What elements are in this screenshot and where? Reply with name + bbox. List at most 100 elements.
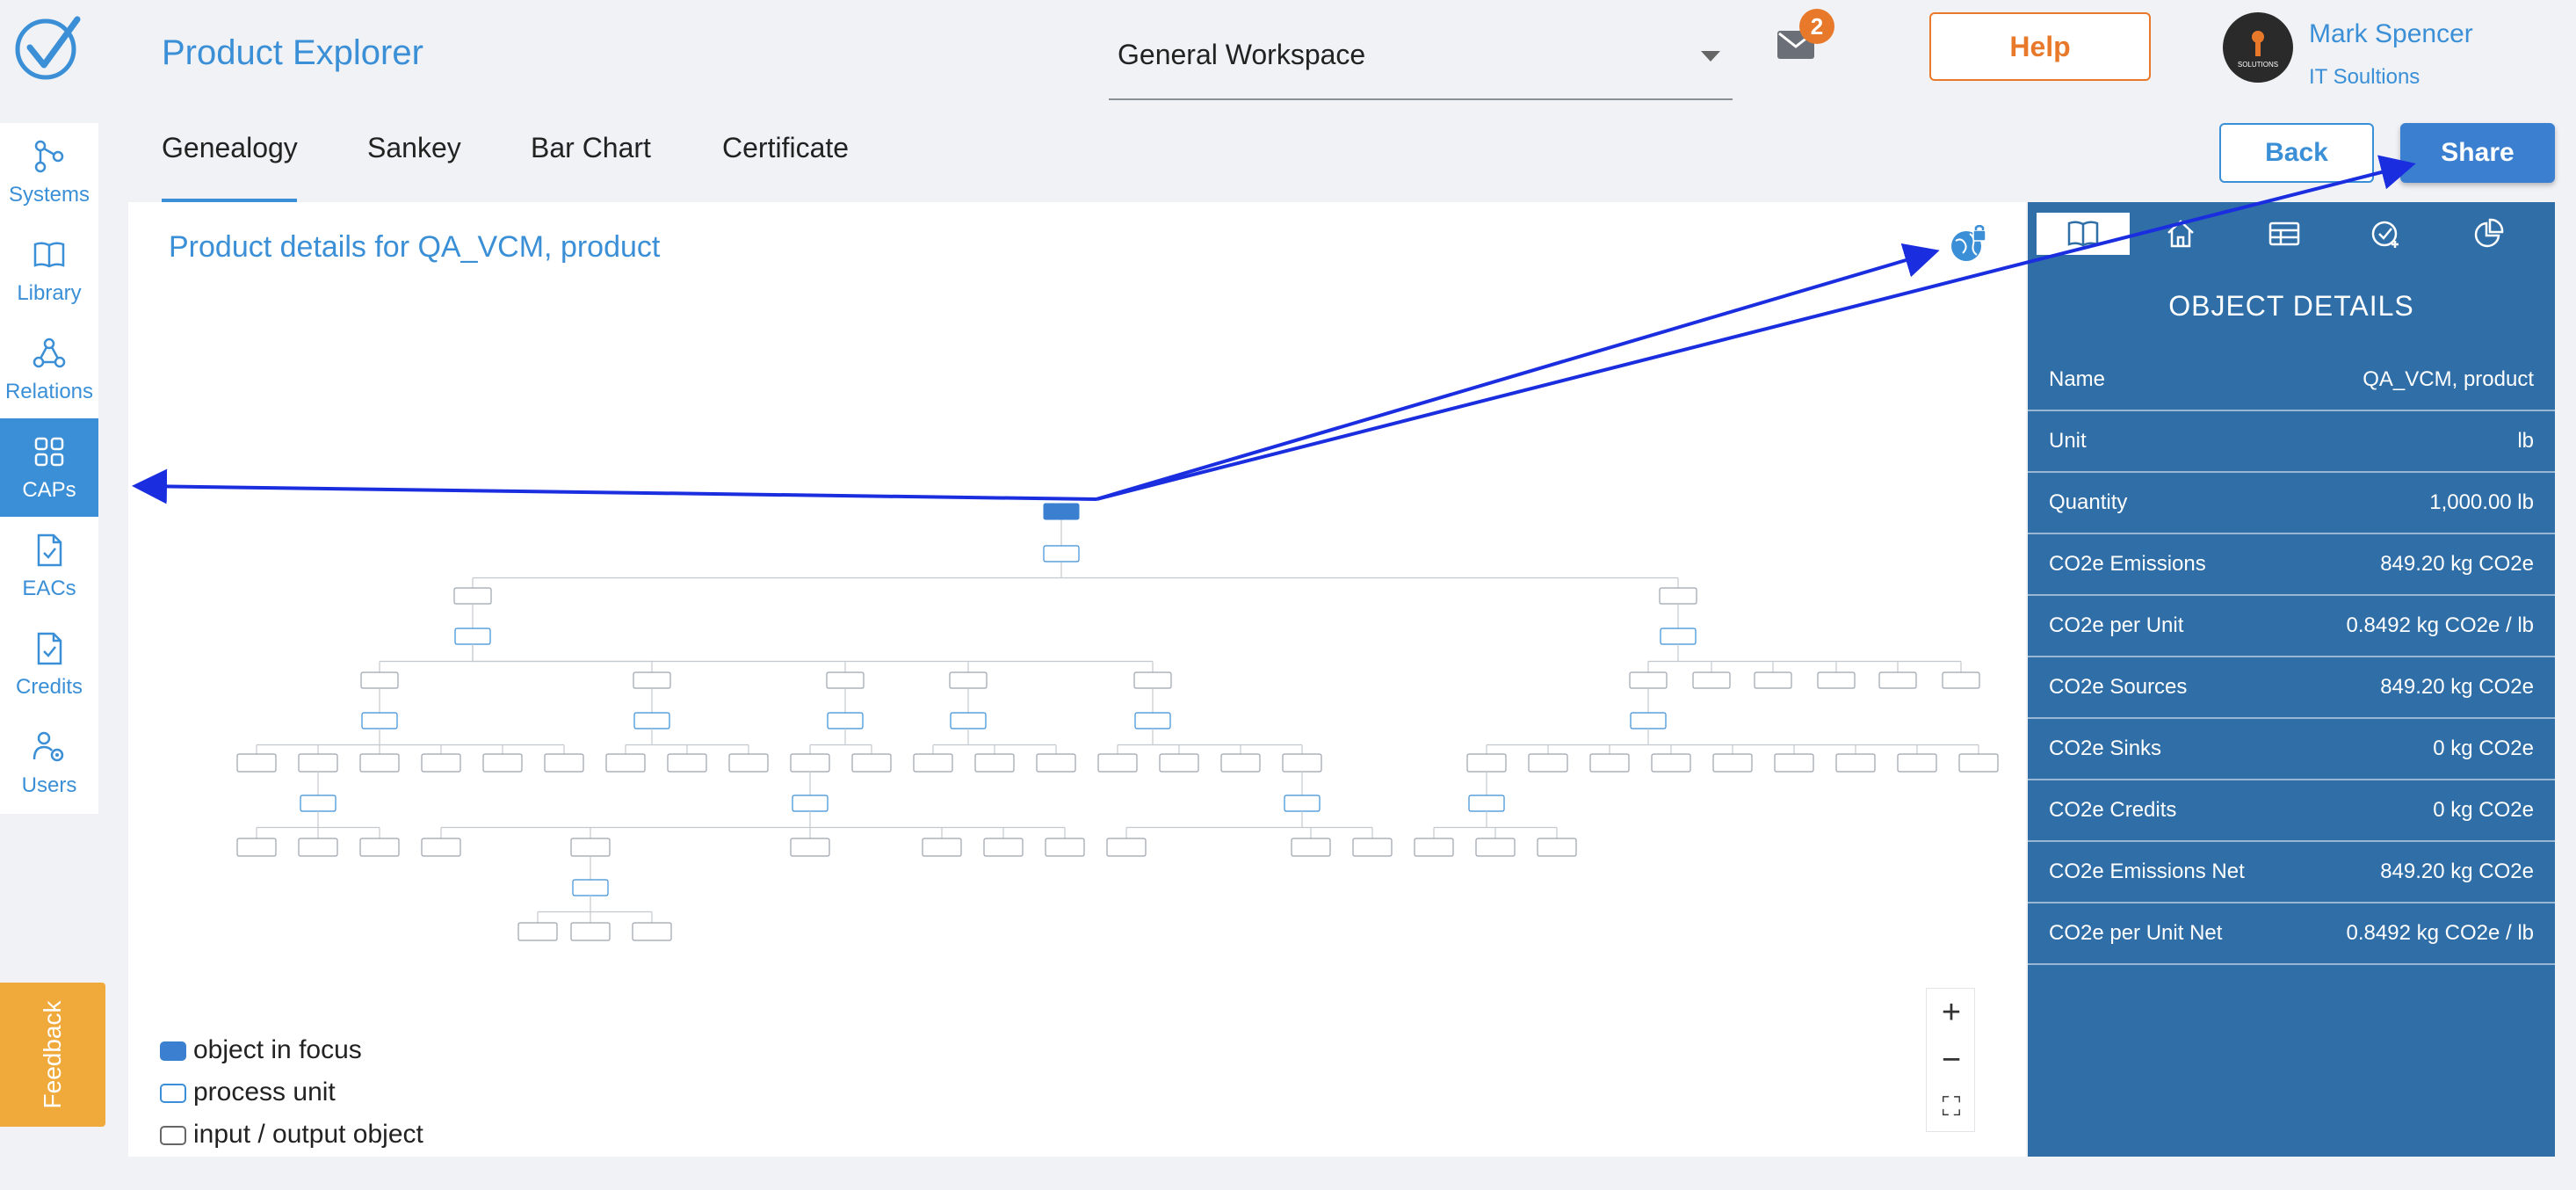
zoom-out-button[interactable]: − xyxy=(1927,1036,1976,1084)
sidebar-item-users[interactable]: Users xyxy=(0,714,98,812)
tree-node[interactable] xyxy=(359,838,400,857)
tree-node[interactable] xyxy=(974,753,1015,773)
details-tab-home[interactable] xyxy=(2154,213,2207,255)
tree-node[interactable] xyxy=(1036,753,1076,773)
tree-node[interactable] xyxy=(1835,753,1876,773)
tree-node-focus[interactable] xyxy=(1043,503,1080,520)
tree-node-process-unit[interactable] xyxy=(361,712,398,729)
tab-bar-chart[interactable]: Bar Chart xyxy=(531,132,651,164)
tree-node[interactable] xyxy=(1220,753,1261,773)
tree-node[interactable] xyxy=(1958,753,1999,773)
tree-node-process-unit[interactable] xyxy=(1630,712,1667,729)
sidebar-item-caps[interactable]: CAPs xyxy=(0,418,98,517)
tab-sankey[interactable]: Sankey xyxy=(367,132,461,164)
tree-node[interactable] xyxy=(453,587,492,605)
tree-node[interactable] xyxy=(421,838,461,857)
tree-node[interactable] xyxy=(922,838,962,857)
tree-node[interactable] xyxy=(983,838,1024,857)
tree-node[interactable] xyxy=(298,753,338,773)
tree-node[interactable] xyxy=(359,753,400,773)
tree-node-process-unit[interactable] xyxy=(300,795,336,812)
tree-node[interactable] xyxy=(1942,671,1980,689)
tree-node[interactable] xyxy=(1106,838,1147,857)
details-tab-check-plus[interactable] xyxy=(2360,213,2413,255)
tree-node[interactable] xyxy=(1774,753,1814,773)
tree-node[interactable] xyxy=(1537,838,1577,857)
tree-node[interactable] xyxy=(1878,671,1917,689)
sidebar-item-credits[interactable]: Credits xyxy=(0,615,98,714)
tree-node[interactable] xyxy=(913,753,953,773)
tree-node[interactable] xyxy=(1045,838,1085,857)
tree-node-process-unit[interactable] xyxy=(792,795,829,812)
tree-node[interactable] xyxy=(236,838,277,857)
tree-node[interactable] xyxy=(1712,753,1753,773)
tree-node-process-unit[interactable] xyxy=(1660,628,1697,645)
tree-node[interactable] xyxy=(1589,753,1630,773)
tree-node[interactable] xyxy=(1692,671,1731,689)
tree-node[interactable] xyxy=(632,922,672,941)
tree-node[interactable] xyxy=(482,753,523,773)
tree-node[interactable] xyxy=(421,753,461,773)
tree-node-process-unit[interactable] xyxy=(827,712,864,729)
tree-node[interactable] xyxy=(544,753,584,773)
sidebar-item-library[interactable]: Library xyxy=(0,221,98,320)
tree-node[interactable] xyxy=(298,838,338,857)
tree-node-process-unit[interactable] xyxy=(454,628,491,645)
genealogy-tree[interactable] xyxy=(128,202,2026,1157)
tree-node[interactable] xyxy=(851,753,892,773)
tree-node[interactable] xyxy=(1897,753,1937,773)
tree-node[interactable] xyxy=(517,922,558,941)
tree-node[interactable] xyxy=(1475,838,1516,857)
tree-node[interactable] xyxy=(1291,838,1331,857)
help-button[interactable]: Help xyxy=(1929,12,2151,81)
tree-node-process-unit[interactable] xyxy=(633,712,670,729)
tree-node[interactable] xyxy=(1659,587,1697,605)
details-tab-book[interactable] xyxy=(2037,213,2130,255)
back-button[interactable]: Back xyxy=(2219,123,2374,183)
avatar[interactable]: SOLUTIONS xyxy=(2223,12,2293,83)
tree-node[interactable] xyxy=(728,753,769,773)
tree-node[interactable] xyxy=(1159,753,1199,773)
tree-node[interactable] xyxy=(1651,753,1691,773)
tree-node[interactable] xyxy=(1097,753,1138,773)
tree-node[interactable] xyxy=(949,671,988,689)
tree-node[interactable] xyxy=(1352,838,1393,857)
sidebar-item-relations[interactable]: Relations xyxy=(0,320,98,418)
tree-node[interactable] xyxy=(605,753,646,773)
tree-node-process-unit[interactable] xyxy=(572,879,609,896)
details-tab-pie[interactable] xyxy=(2462,213,2514,255)
sidebar-item-systems[interactable]: Systems xyxy=(0,123,98,221)
workspace-select[interactable]: General Workspace xyxy=(1109,25,1733,100)
tree-node[interactable] xyxy=(1528,753,1568,773)
details-tab-table[interactable] xyxy=(2258,213,2311,255)
zoom-in-button[interactable]: + xyxy=(1927,989,1976,1036)
tree-node-process-unit[interactable] xyxy=(1284,795,1321,812)
globe-lock-icon[interactable] xyxy=(1949,225,1989,265)
tree-node[interactable] xyxy=(1754,671,1792,689)
sidebar-item-eacs[interactable]: EACs xyxy=(0,517,98,615)
tree-node[interactable] xyxy=(790,753,830,773)
tree-node[interactable] xyxy=(667,753,707,773)
user-name[interactable]: Mark Spencer xyxy=(2309,19,2473,49)
fullscreen-icon[interactable]: ⛶ xyxy=(1927,1084,1976,1131)
tree-node[interactable] xyxy=(1817,671,1856,689)
app-logo-icon[interactable] xyxy=(12,12,83,83)
tree-node[interactable] xyxy=(1414,838,1454,857)
tab-certificate[interactable]: Certificate xyxy=(722,132,849,164)
tree-node-process-unit[interactable] xyxy=(1134,712,1171,729)
tree-node[interactable] xyxy=(1133,671,1172,689)
tree-node[interactable] xyxy=(790,838,830,857)
tree-node[interactable] xyxy=(236,753,277,773)
tree-node-process-unit[interactable] xyxy=(1468,795,1505,812)
tree-node-process-unit[interactable] xyxy=(1043,545,1080,562)
tree-node[interactable] xyxy=(826,671,865,689)
tab-genealogy[interactable]: Genealogy xyxy=(162,132,298,164)
tree-node[interactable] xyxy=(360,671,399,689)
tree-node[interactable] xyxy=(633,671,671,689)
tree-node[interactable] xyxy=(570,922,611,941)
tree-node[interactable] xyxy=(1282,753,1322,773)
feedback-button[interactable]: Feedback xyxy=(0,983,105,1127)
tree-node[interactable] xyxy=(570,838,611,857)
tree-node-process-unit[interactable] xyxy=(950,712,987,729)
tree-node[interactable] xyxy=(1629,671,1668,689)
